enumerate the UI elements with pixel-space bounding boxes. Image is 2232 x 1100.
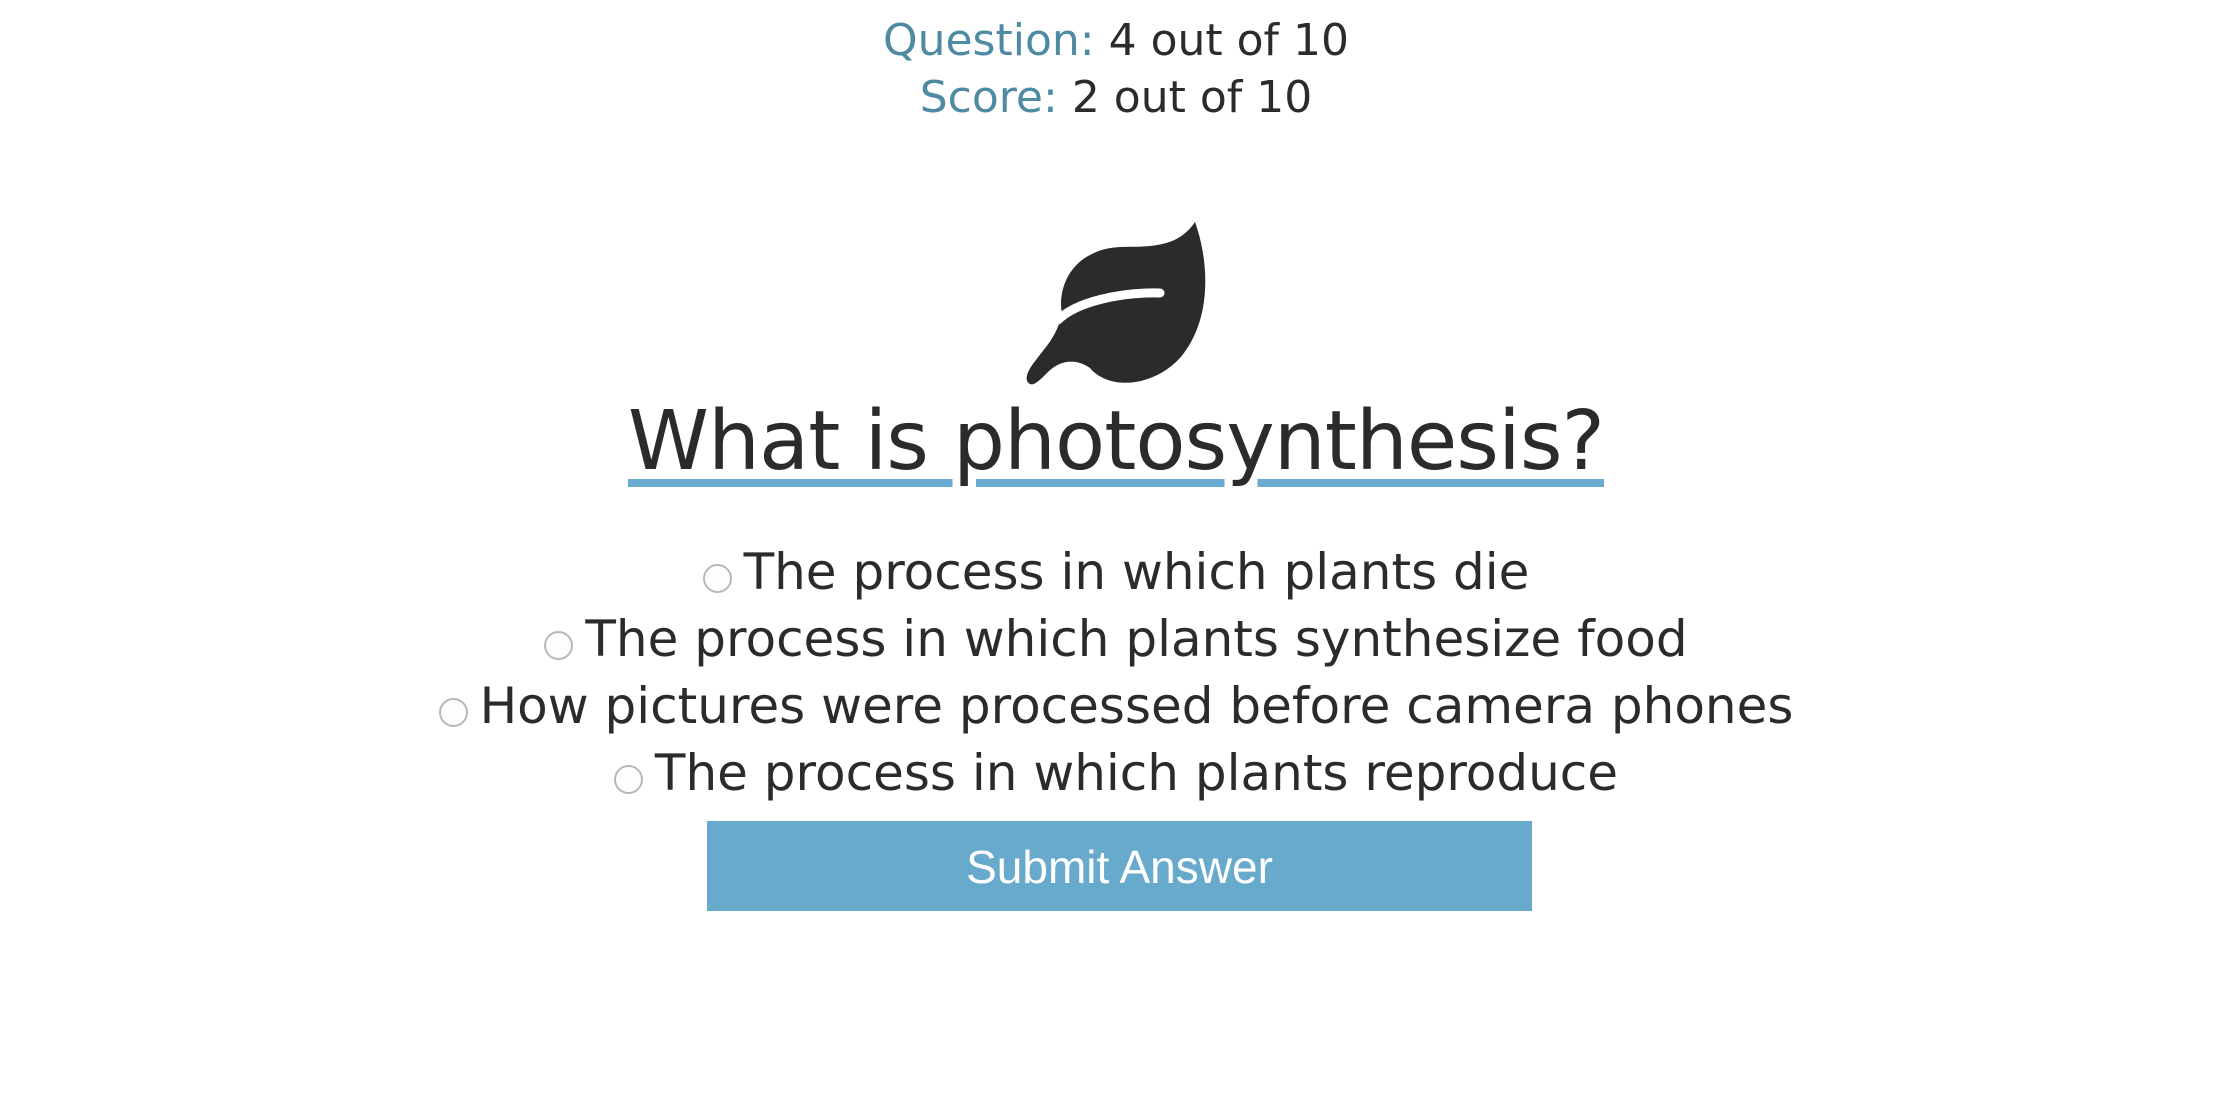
answer-label: The process in which plants die <box>743 542 1530 601</box>
answer-radio[interactable] <box>613 765 643 794</box>
score-display: Score: 2 out of 10 <box>0 70 2232 126</box>
question-text: What is photosynthesis? <box>627 394 1605 489</box>
score-value: 2 out of 10 <box>1071 72 1313 123</box>
question-title: What is photosynthesis? <box>0 392 2232 492</box>
score-label: Score: <box>919 72 1058 123</box>
answer-option[interactable]: The process in which plants die <box>0 538 2232 605</box>
answer-option[interactable]: The process in which plants synthesize f… <box>0 605 2232 672</box>
quiz-page: Question: 4 out of 10 Score: 2 out of 10… <box>0 0 2232 1100</box>
question-progress-label: Question: <box>882 15 1095 66</box>
answer-radio[interactable] <box>544 631 574 660</box>
answer-option[interactable]: How pictures were processed before camer… <box>0 672 2232 739</box>
answer-label: The process in which plants reproduce <box>654 743 1619 802</box>
answer-list: The process in which plants die The proc… <box>0 538 2232 806</box>
leaf-icon <box>1026 222 1206 385</box>
answer-label: How pictures were processed before camer… <box>479 676 1794 735</box>
answer-label: The process in which plants synthesize f… <box>585 609 1688 668</box>
answer-option[interactable]: The process in which plants reproduce <box>0 739 2232 806</box>
question-progress-value: 4 out of 10 <box>1108 15 1350 66</box>
answer-radio[interactable] <box>702 564 732 593</box>
question-progress: Question: 4 out of 10 <box>0 13 2232 69</box>
submit-answer-button[interactable]: Submit Answer <box>707 821 1532 911</box>
answer-radio[interactable] <box>438 698 468 727</box>
